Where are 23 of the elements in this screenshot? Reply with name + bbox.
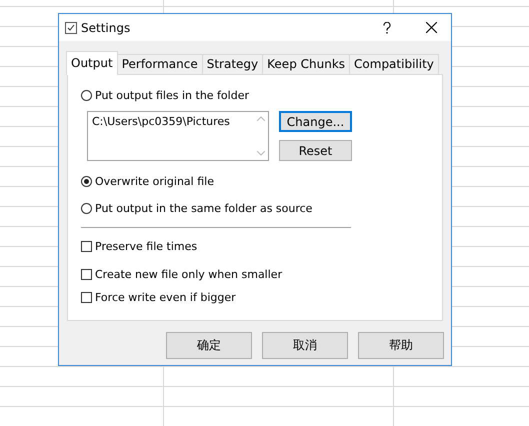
checkbox[interactable]	[81, 268, 92, 280]
checkbox-label: Force write even if bigger	[95, 290, 236, 304]
reset-button[interactable]: Reset	[279, 140, 352, 161]
dialog-button[interactable]: 确定	[166, 332, 252, 359]
dialog-button[interactable]: 取消	[262, 332, 348, 359]
option-label: Put output files in the folder	[95, 88, 249, 102]
window-title: Settings	[81, 20, 132, 34]
option-label: Overwrite original file	[95, 174, 214, 188]
radio-button[interactable]	[81, 202, 92, 214]
checkbox[interactable]	[81, 292, 92, 302]
help-icon[interactable]	[383, 22, 391, 34]
checkbox[interactable]	[81, 240, 92, 252]
radio-button[interactable]	[81, 176, 92, 186]
change-button[interactable]: Change...	[279, 111, 352, 132]
checkbox-label: Create new file only when smaller	[95, 268, 282, 280]
radio-button[interactable]	[81, 90, 92, 100]
option-label: Put output in the same folder as source	[95, 202, 312, 214]
tab[interactable]: Output	[66, 51, 118, 75]
tab[interactable]: Compatibility	[349, 54, 439, 74]
dialog-button[interactable]: 帮助	[358, 332, 444, 359]
window-icon	[65, 22, 77, 34]
close-icon[interactable]	[426, 22, 436, 33]
checkbox-label: Preserve file times	[95, 240, 198, 252]
